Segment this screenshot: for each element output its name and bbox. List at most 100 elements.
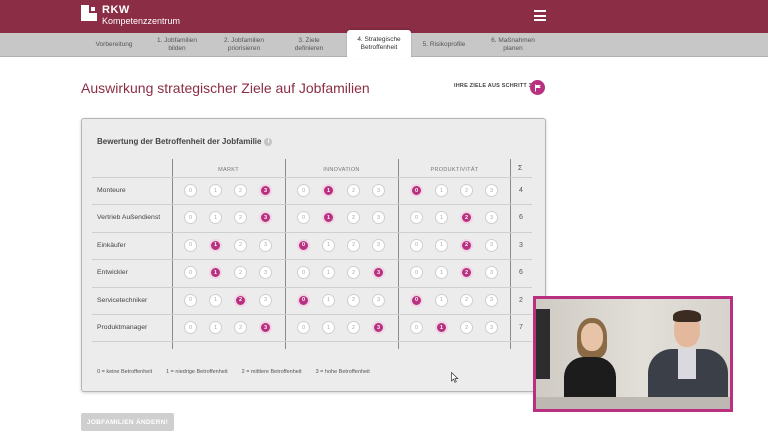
- rating-option[interactable]: 1: [435, 211, 448, 225]
- jobfamily-label: Entwickler: [97, 269, 128, 277]
- step-label: 1. Jobfamilien: [156, 37, 198, 44]
- change-jobfamilies-button[interactable]: JOBFAMILIEN ÄNDERN!: [81, 413, 174, 431]
- rating-option[interactable]: 2: [460, 238, 473, 252]
- goals-from-step3-link[interactable]: IHRE ZIELE AUS SCHRITT 3: [454, 83, 532, 89]
- rating-option[interactable]: 2: [234, 211, 247, 225]
- rating-option[interactable]: 3: [372, 238, 385, 252]
- row-sum: 2: [519, 296, 523, 304]
- rating-option[interactable]: 0: [184, 211, 197, 225]
- rating-option[interactable]: 0: [297, 238, 310, 252]
- step-tab-1[interactable]: 1. Jobfamilien bilden: [146, 33, 208, 57]
- rating-option[interactable]: 3: [259, 321, 272, 334]
- rating-option[interactable]: 2: [234, 321, 247, 334]
- rating-option[interactable]: 1: [322, 266, 335, 280]
- rating-option[interactable]: 0: [410, 238, 423, 252]
- step-tab-2[interactable]: 2. Jobfamilien priorisieren: [211, 33, 277, 57]
- rating-option[interactable]: 3: [372, 266, 385, 280]
- step-tab-3[interactable]: 3. Ziele definieren: [277, 33, 341, 57]
- rating-option[interactable]: 1: [435, 238, 448, 252]
- row-divider: [92, 231, 532, 233]
- rating-option[interactable]: 1: [435, 321, 448, 334]
- rating-option[interactable]: 2: [460, 211, 473, 225]
- row-sum: 4: [519, 187, 523, 194]
- rating-option[interactable]: 1: [209, 211, 222, 225]
- rating-option[interactable]: 3: [372, 211, 385, 225]
- rating-option[interactable]: 3: [485, 321, 498, 334]
- rating-option[interactable]: 3: [485, 293, 498, 307]
- rating-option[interactable]: 0: [410, 321, 423, 334]
- rating-option[interactable]: 1: [435, 184, 448, 197]
- rating-option[interactable]: 3: [259, 184, 272, 197]
- rating-option[interactable]: 1: [322, 211, 335, 225]
- rkw-logo[interactable]: RKW Kompetenzzentrum: [81, 5, 180, 26]
- rating-option[interactable]: 1: [322, 238, 335, 252]
- rating-option[interactable]: 3: [259, 266, 272, 280]
- rating-option[interactable]: 3: [485, 211, 498, 225]
- rating-option[interactable]: 0: [410, 293, 423, 307]
- rating-option[interactable]: 2: [460, 321, 473, 334]
- rating-option[interactable]: 2: [347, 238, 360, 252]
- row-sum: 3: [519, 241, 523, 249]
- legend: 0 = keine Betroffenheit 1 = niedrige Betr…: [97, 369, 384, 375]
- grid-divider: [398, 159, 399, 349]
- rating-option[interactable]: 0: [297, 293, 310, 307]
- rating-option[interactable]: 3: [485, 238, 498, 252]
- rating-option[interactable]: 3: [259, 293, 272, 307]
- rating-option[interactable]: 1: [435, 266, 448, 280]
- rating-option[interactable]: 3: [372, 321, 385, 334]
- rating-option[interactable]: 0: [184, 266, 197, 280]
- rating-option[interactable]: 0: [297, 211, 310, 225]
- rating-option[interactable]: 0: [297, 321, 310, 334]
- grid-divider: [172, 159, 173, 349]
- rating-option[interactable]: 1: [209, 266, 222, 280]
- rating-option[interactable]: 2: [234, 184, 247, 197]
- rating-option[interactable]: 1: [322, 184, 335, 197]
- rating-option[interactable]: 0: [297, 184, 310, 197]
- flag-icon[interactable]: [530, 80, 545, 95]
- rating-option[interactable]: 1: [209, 293, 222, 307]
- row-divider: [92, 286, 532, 288]
- rating-option[interactable]: 3: [259, 238, 272, 252]
- rating-option[interactable]: 0: [410, 184, 423, 197]
- rating-option[interactable]: 3: [485, 184, 498, 197]
- rating-option[interactable]: 1: [209, 321, 222, 334]
- rating-option[interactable]: 3: [259, 211, 272, 225]
- rating-option[interactable]: 2: [347, 184, 360, 197]
- rating-option[interactable]: 3: [372, 184, 385, 197]
- rating-option[interactable]: 1: [322, 293, 335, 307]
- jobfamily-label: Produktmanager: [97, 324, 148, 331]
- step-label-line2: planen: [503, 45, 523, 52]
- step-tab-0[interactable]: Vorbereitung: [82, 33, 146, 57]
- rating-option[interactable]: 1: [209, 184, 222, 197]
- rating-option[interactable]: 2: [347, 321, 360, 334]
- rating-option[interactable]: 0: [184, 293, 197, 307]
- rating-option[interactable]: 2: [460, 266, 473, 280]
- step-tab-4[interactable]: 4. Strategische Betroffenheit: [347, 30, 411, 58]
- rating-option[interactable]: 2: [347, 266, 360, 280]
- rating-option[interactable]: 0: [410, 266, 423, 280]
- rating-option[interactable]: 3: [485, 266, 498, 280]
- rating-option[interactable]: 2: [234, 293, 247, 307]
- row-divider: [92, 341, 532, 343]
- info-icon[interactable]: i: [264, 137, 273, 146]
- rating-option[interactable]: 1: [322, 321, 335, 334]
- rating-option[interactable]: 2: [347, 211, 360, 225]
- rating-option[interactable]: 2: [234, 238, 247, 252]
- rating-option[interactable]: 2: [460, 184, 473, 197]
- step-tab-5[interactable]: 5. Risikoprofile: [411, 33, 477, 57]
- rating-option[interactable]: 0: [410, 211, 423, 225]
- step-tab-6[interactable]: 6. Maßnahmen planen: [478, 33, 548, 57]
- hamburger-menu-icon[interactable]: [534, 10, 546, 21]
- rating-option[interactable]: 0: [184, 321, 197, 334]
- rating-option[interactable]: 2: [347, 293, 360, 307]
- rating-option[interactable]: 2: [234, 266, 247, 280]
- rating-option[interactable]: 0: [184, 238, 197, 252]
- rating-option[interactable]: 0: [297, 266, 310, 280]
- rating-option[interactable]: 0: [184, 184, 197, 197]
- rating-option[interactable]: 2: [460, 293, 473, 307]
- row-sum: 7: [519, 324, 523, 331]
- rating-option[interactable]: 1: [435, 293, 448, 307]
- legend-item: 3 = hohe Betroffenheit: [315, 369, 370, 375]
- rating-option[interactable]: 3: [372, 293, 385, 307]
- rating-option[interactable]: 1: [209, 238, 222, 252]
